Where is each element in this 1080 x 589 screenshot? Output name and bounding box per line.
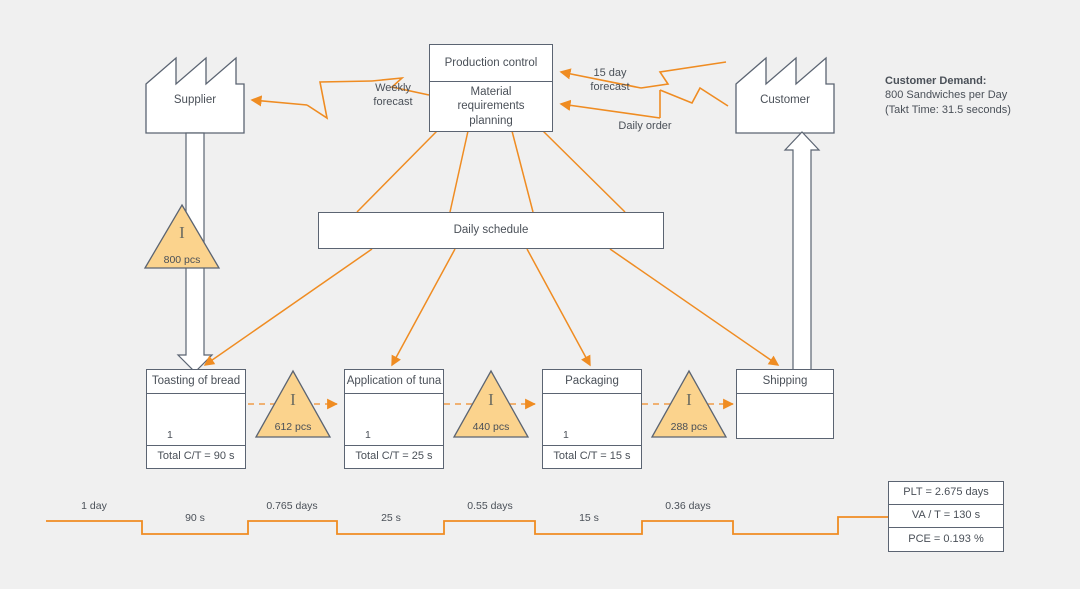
inventory-after-tuna[interactable]: I 440 pcs [454, 371, 528, 437]
inventory-supplier[interactable]: I 800 pcs [145, 204, 219, 270]
mrp-label: Material requirements planning [457, 85, 525, 127]
summary-box[interactable]: PLT = 2.675 days VA / T = 130 s PCE = 0.… [888, 481, 1004, 552]
process-box-shipping[interactable]: Shipping [736, 369, 834, 439]
supplier-label: Supplier [173, 94, 217, 106]
customer-label: Customer [760, 94, 810, 106]
process-body: 1 [543, 394, 641, 446]
process-body: 1 [147, 394, 245, 446]
inventory-symbol: I [290, 390, 296, 409]
operator-count: 1 [351, 429, 371, 442]
operator-count: 1 [153, 429, 173, 442]
process-cycle-time: Total C/T = 25 s [355, 450, 433, 463]
value-stream-map: Supplier Customer Production control Mat… [0, 0, 1080, 589]
operator-count-value: 1 [167, 428, 173, 441]
process-title: Toasting of bread [147, 370, 245, 394]
fifteen-day-forecast-label: 15 day forecast [590, 67, 630, 94]
timeline-lead-time-4: 0.36 days [665, 500, 711, 512]
timeline-process-time-3: 15 s [579, 512, 599, 524]
process-title: Application of tuna [345, 370, 443, 394]
inventory-symbol: I [179, 223, 185, 242]
inventory-qty: 288 pcs [670, 421, 708, 433]
daily-schedule-box[interactable]: Daily schedule [318, 212, 664, 249]
inventory-qty: 800 pcs [163, 254, 201, 266]
timeline-lead-time-2: 0.765 days [266, 500, 318, 512]
summary-vat: VA / T = 130 s [889, 505, 1003, 528]
customer-demand-line1: 800 Sandwiches per Day [885, 89, 1008, 102]
production-control-box[interactable]: Production control Material requirements… [429, 44, 553, 132]
process-cycle-time: Total C/T = 90 s [157, 450, 235, 463]
inventory-after-packaging[interactable]: I 288 pcs [652, 371, 726, 437]
process-cycle-time: Total C/T = 15 s [553, 450, 631, 463]
process-body [737, 394, 833, 438]
inventory-after-toasting[interactable]: I 612 pcs [256, 371, 330, 437]
weekly-forecast-label: Weekly forecast [373, 82, 413, 109]
process-body: 1 [345, 394, 443, 446]
inventory-qty: 612 pcs [274, 421, 312, 433]
summary-plt: PLT = 2.675 days [889, 482, 1003, 505]
operator-count-value: 1 [365, 428, 371, 441]
operator-count: 1 [549, 429, 569, 442]
inventory-symbol: I [686, 390, 692, 409]
operator-count-value: 1 [563, 428, 569, 441]
timeline-lead-time-1: 1 day [81, 500, 107, 512]
summary-pce: PCE = 0.193 % [908, 532, 984, 545]
daily-order-label: Daily order [618, 120, 672, 132]
inventory-symbol: I [488, 390, 494, 409]
process-box-packaging[interactable]: Packaging 1 Total C/T = 15 s [542, 369, 642, 469]
customer-demand-note: Customer Demand: 800 Sandwiches per Day … [885, 74, 1065, 117]
process-title: Packaging [543, 370, 641, 394]
customer-demand-line2: (Takt Time: 31.5 seconds) [885, 103, 1011, 116]
process-title: Shipping [737, 370, 833, 394]
daily-schedule-to-process-flows [203, 248, 780, 367]
customer-demand-title: Customer Demand: [885, 75, 987, 87]
process-box-toasting[interactable]: Toasting of bread 1 Total C/T = 90 s [146, 369, 246, 469]
timeline-lead-time-3: 0.55 days [467, 500, 513, 512]
material-arrow-shipping-to-customer [783, 131, 821, 371]
mrp-to-daily-schedule-flows [356, 130, 626, 213]
timeline-process-time-2: 25 s [381, 512, 401, 524]
production-control-label: Production control [430, 45, 552, 82]
daily-schedule-label: Daily schedule [453, 224, 529, 237]
process-box-tuna[interactable]: Application of tuna 1 Total C/T = 25 s [344, 369, 444, 469]
timeline-process-time-1: 90 s [185, 512, 205, 524]
inventory-qty: 440 pcs [472, 421, 510, 433]
